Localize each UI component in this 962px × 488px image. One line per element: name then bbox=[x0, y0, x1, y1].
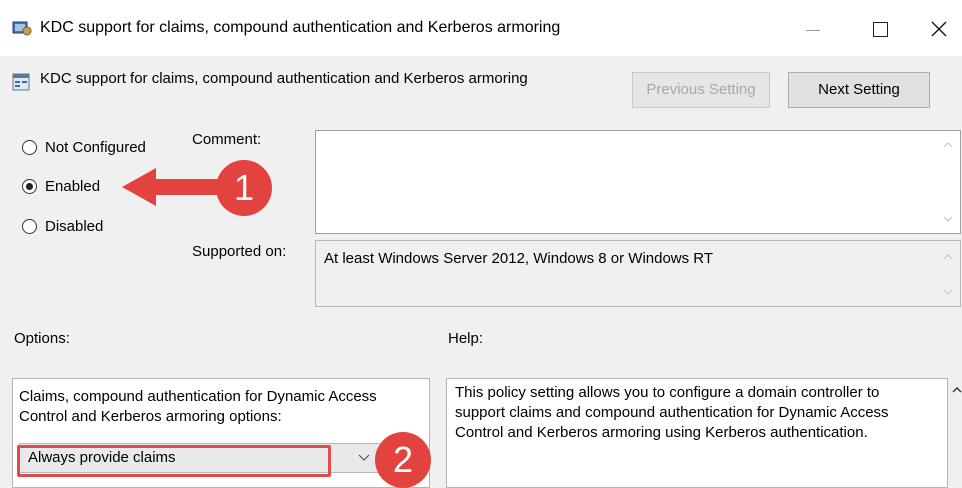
comment-label: Comment: bbox=[192, 131, 262, 148]
scroll-up-icon[interactable] bbox=[952, 386, 962, 394]
supported-on-value: At least Windows Server 2012, Windows 8 … bbox=[324, 250, 714, 267]
options-label: Options: bbox=[14, 330, 70, 347]
supported-on-label: Supported on: bbox=[192, 243, 287, 260]
title-bar: KDC support for claims, compound authent… bbox=[0, 0, 962, 56]
radio-enabled[interactable]: Enabled bbox=[22, 175, 100, 197]
radio-circle-icon bbox=[22, 218, 37, 234]
close-button[interactable] bbox=[918, 8, 962, 48]
chevron-down-icon bbox=[358, 454, 370, 461]
policy-title: KDC support for claims, compound authent… bbox=[40, 70, 528, 87]
scroll-up-icon bbox=[943, 142, 953, 148]
window-title: KDC support for claims, compound authent… bbox=[40, 19, 561, 36]
radio-disabled[interactable]: Disabled bbox=[22, 215, 103, 237]
step-2-badge: 2 bbox=[375, 432, 431, 488]
red-arrow-icon bbox=[122, 168, 218, 206]
scroll-down-icon bbox=[943, 289, 953, 295]
scroll-down-icon bbox=[943, 216, 953, 222]
radio-not-configured[interactable]: Not Configured bbox=[22, 136, 146, 158]
options-description: Claims, compound authentication for Dyna… bbox=[19, 388, 377, 425]
radio-label: Not Configured bbox=[45, 138, 146, 156]
supported-on-field: At least Windows Server 2012, Windows 8 … bbox=[315, 240, 961, 307]
scroll-up-icon bbox=[943, 254, 953, 260]
help-label: Help: bbox=[448, 330, 484, 347]
policy-setting-icon bbox=[12, 73, 30, 91]
comment-textarea[interactable] bbox=[315, 130, 961, 234]
previous-setting-button[interactable]: Previous Setting bbox=[632, 72, 770, 108]
group-policy-icon bbox=[12, 21, 32, 36]
radio-selected-icon bbox=[22, 178, 37, 194]
maximize-button[interactable] bbox=[858, 8, 902, 48]
close-icon bbox=[931, 21, 947, 37]
dropdown-highlight bbox=[17, 445, 331, 477]
help-panel: This policy setting allows you to config… bbox=[446, 378, 948, 488]
radio-label: Enabled bbox=[45, 177, 101, 195]
help-text: This policy setting allows you to config… bbox=[455, 384, 889, 441]
radio-label: Disabled bbox=[45, 217, 104, 235]
minimize-button[interactable] bbox=[792, 8, 836, 48]
step-1-badge: 1 bbox=[216, 160, 272, 216]
next-setting-button[interactable]: Next Setting bbox=[788, 72, 930, 108]
radio-circle-icon bbox=[22, 139, 37, 155]
